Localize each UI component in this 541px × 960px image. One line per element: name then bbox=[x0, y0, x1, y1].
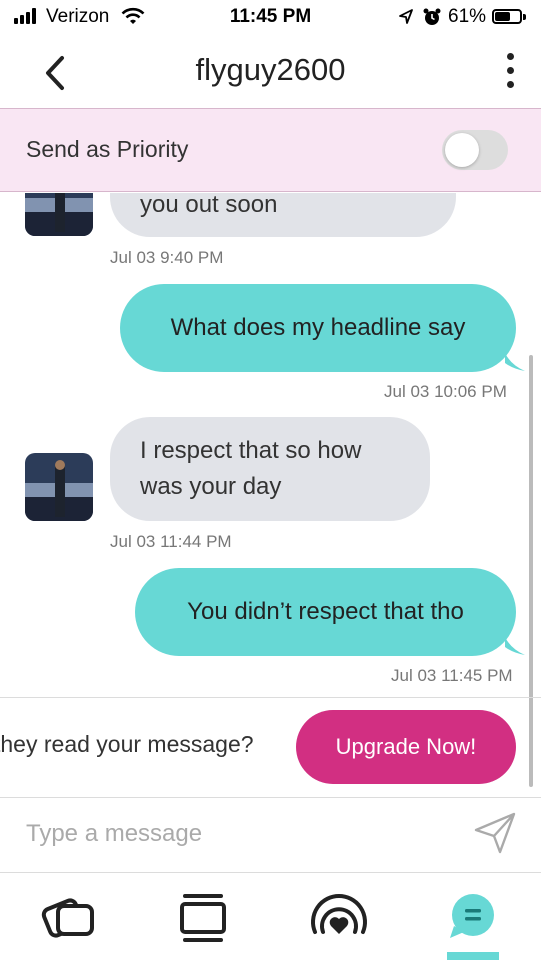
bubble-tail bbox=[505, 637, 525, 655]
message-timestamp: Jul 03 9:40 PM bbox=[110, 248, 224, 267]
upsell-text: they read your message? bbox=[0, 731, 254, 757]
message-timestamp: Jul 03 11:45 PM bbox=[391, 666, 513, 685]
divider bbox=[0, 697, 541, 698]
bubble-tail bbox=[505, 353, 525, 371]
battery-percent: 61% bbox=[448, 6, 487, 27]
message-input[interactable] bbox=[26, 812, 446, 856]
message-timestamp: Jul 03 11:44 PM bbox=[110, 532, 232, 551]
message-text: you out soon bbox=[140, 193, 278, 218]
avatar-photo bbox=[25, 193, 93, 236]
toggle-knob bbox=[445, 133, 479, 167]
message-bubble-incoming[interactable]: you out soon bbox=[110, 193, 456, 237]
active-tab-indicator bbox=[447, 952, 499, 960]
kebab-menu-icon[interactable] bbox=[495, 52, 525, 92]
message-bubble-outgoing[interactable]: What does my headline say bbox=[120, 284, 516, 372]
message-bubble-incoming[interactable]: I respect that so how was your day bbox=[110, 417, 430, 521]
conversation-title: flyguy2600 bbox=[195, 52, 346, 87]
message-text: was your day bbox=[140, 473, 282, 500]
scrollbar[interactable] bbox=[529, 355, 533, 787]
message-text: What does my headline say bbox=[170, 314, 466, 341]
message-timestamp: Jul 03 10:06 PM bbox=[384, 382, 507, 401]
message-bubble-outgoing[interactable]: You didn’t respect that tho bbox=[135, 568, 516, 656]
priority-toggle[interactable] bbox=[442, 130, 508, 170]
priority-label: Send as Priority bbox=[26, 136, 189, 162]
upgrade-button[interactable]: Upgrade Now! bbox=[296, 710, 516, 784]
alarm-icon bbox=[423, 8, 441, 25]
status-bar: Verizon 11:45 PM 61% bbox=[0, 0, 541, 38]
avatar-photo bbox=[25, 453, 93, 521]
avatar[interactable] bbox=[25, 453, 93, 521]
browse-icon[interactable] bbox=[173, 888, 233, 948]
divider bbox=[0, 797, 541, 798]
battery-icon bbox=[492, 9, 522, 24]
cards-icon[interactable] bbox=[38, 888, 98, 948]
chat-icon[interactable] bbox=[442, 888, 502, 948]
battery-tip bbox=[523, 14, 526, 20]
divider bbox=[0, 872, 541, 873]
location-icon bbox=[399, 9, 413, 24]
send-icon[interactable] bbox=[472, 810, 518, 856]
avatar[interactable] bbox=[25, 193, 93, 236]
message-text: You didn’t respect that tho bbox=[187, 598, 464, 625]
message-list[interactable]: you out soon Jul 03 9:40 PM What does my… bbox=[0, 193, 541, 698]
live-icon[interactable] bbox=[309, 888, 369, 948]
message-text: I respect that so how bbox=[140, 437, 362, 464]
